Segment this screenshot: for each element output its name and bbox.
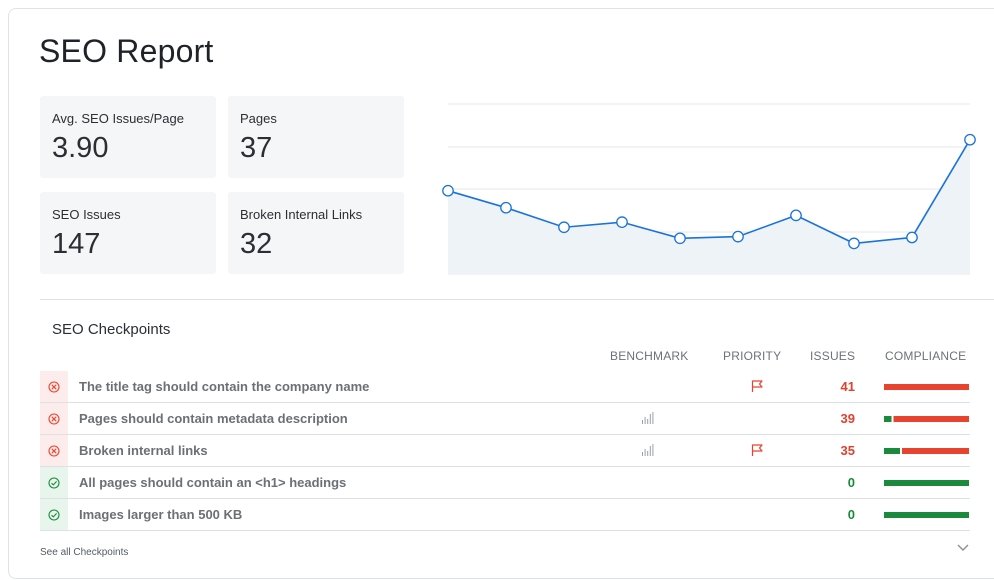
compliance-pass-segment [884,416,892,422]
stat-broken-links: Broken Internal Links 32 [228,192,404,274]
col-header-issues: ISSUES [810,349,856,363]
compliance-bar [884,416,969,422]
compliance-pass-segment [884,448,900,454]
page-title: SEO Report [39,33,214,69]
benchmark-bars-icon[interactable] [641,444,655,457]
checkpoint-row[interactable]: The title tag should contain the company… [40,371,970,403]
compliance-bar [884,384,969,390]
issues-count: 35 [840,443,855,458]
checkpoint-row[interactable]: Broken internal links 35 [40,435,970,467]
checkpoint-name: The title tag should contain the company… [79,379,370,394]
trend-point[interactable] [558,221,570,234]
trend-point[interactable] [616,216,628,229]
col-header-priority: PRIORITY [723,349,782,363]
trend-area [448,139,970,274]
stat-label: Broken Internal Links [240,207,363,222]
priority-flag-icon [751,380,763,392]
issues-count: 39 [840,411,855,426]
compliance-bar [884,448,969,454]
trend-point[interactable] [442,184,454,197]
x-circle-icon [40,371,68,402]
checkpoints-title: SEO Checkpoints [52,321,171,338]
checkpoint-name: Pages should contain metadata descriptio… [79,411,348,426]
stat-seo-issues: SEO Issues 147 [40,192,216,274]
col-header-compliance: COMPLIANCE [885,349,967,363]
checkpoint-row[interactable]: Images larger than 500 KB 0 [40,499,970,531]
col-header-benchmark: BENCHMARK [610,349,689,363]
checkpoint-name: Broken internal links [79,443,208,458]
compliance-pass-segment [884,480,969,486]
issues-count: 41 [840,379,855,394]
section-divider [40,299,994,300]
chevron-down-icon[interactable] [956,543,970,553]
trend-point[interactable] [500,201,512,214]
compliance-fail-segment [884,384,969,390]
trend-point[interactable] [906,231,918,244]
stat-pages: Pages 37 [228,96,404,178]
x-circle-icon [40,435,68,466]
benchmark-bars-icon[interactable] [641,412,655,425]
stat-avg-issues: Avg. SEO Issues/Page 3.90 [40,96,216,178]
compliance-bar [884,480,969,486]
compliance-fail-segment [902,448,969,454]
issues-count: 0 [847,507,855,522]
x-circle-icon [40,403,68,434]
issues-count: 0 [847,475,855,490]
see-all-checkpoints-link[interactable]: See all Checkpoints [40,547,128,558]
compliance-fail-segment [893,416,969,422]
stat-value: 147 [52,228,101,260]
checkpoint-name: All pages should contain an <h1> heading… [79,475,347,490]
stat-label: Pages [240,111,277,126]
stat-value: 32 [240,228,273,260]
check-circle-icon [40,499,68,530]
stat-value: 37 [240,132,273,164]
stat-value: 3.90 [52,132,109,164]
compliance-pass-segment [884,512,969,518]
checkpoint-name: Images larger than 500 KB [79,507,243,522]
compliance-bar [884,512,969,518]
trend-point[interactable] [964,133,976,146]
issues-trend-chart [442,103,976,275]
priority-flag-icon [751,444,763,456]
trend-point[interactable] [790,209,802,222]
stat-label: SEO Issues [52,207,121,222]
trend-point[interactable] [848,237,860,250]
trend-point[interactable] [732,230,744,243]
checkpoint-row[interactable]: Pages should contain metadata descriptio… [40,403,970,435]
checkpoint-row[interactable]: All pages should contain an <h1> heading… [40,467,970,499]
trend-point[interactable] [674,232,686,245]
stat-label: Avg. SEO Issues/Page [52,111,184,126]
check-circle-icon [40,467,68,498]
